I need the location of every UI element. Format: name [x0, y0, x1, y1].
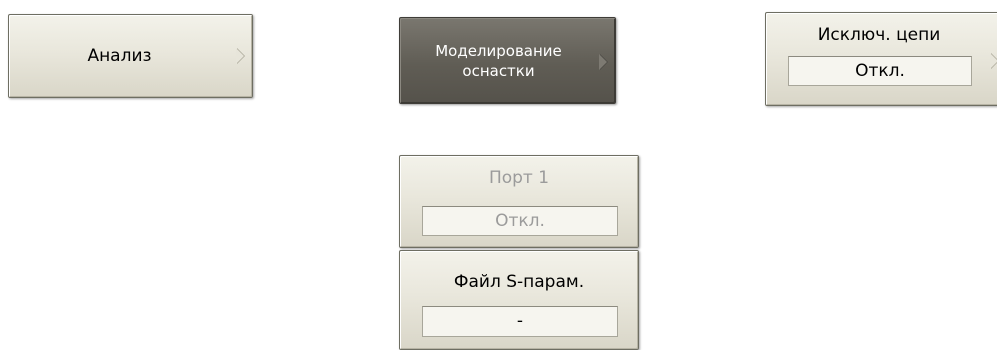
submenu-arrow-icon	[990, 53, 997, 69]
port1-title: Порт 1	[488, 168, 550, 188]
deembedding-title: Исключ. цепи	[817, 25, 941, 45]
analysis-button[interactable]: Анализ	[8, 14, 253, 98]
sparam-file-button[interactable]: Файл S-парам. -	[399, 250, 639, 350]
deembedding-button[interactable]: Исключ. цепи Откл.	[765, 12, 997, 106]
analysis-button-label: Анализ	[87, 46, 152, 66]
fixture-simulation-label-line2: оснастки	[462, 61, 535, 80]
sparam-file-value: -	[422, 306, 618, 337]
sparam-file-title: Файл S-парам.	[453, 272, 585, 292]
submenu-arrow-icon	[236, 48, 244, 64]
fixture-simulation-label: Моделирование оснастки	[400, 18, 597, 103]
fixture-simulation-label-line1: Моделирование	[435, 41, 562, 60]
fixture-simulation-button[interactable]: Моделирование оснастки	[399, 17, 616, 104]
port1-button[interactable]: Порт 1 Откл.	[399, 155, 639, 248]
port1-value: Откл.	[422, 206, 618, 236]
deembedding-value: Откл.	[788, 56, 972, 86]
submenu-arrow-icon	[599, 54, 607, 70]
